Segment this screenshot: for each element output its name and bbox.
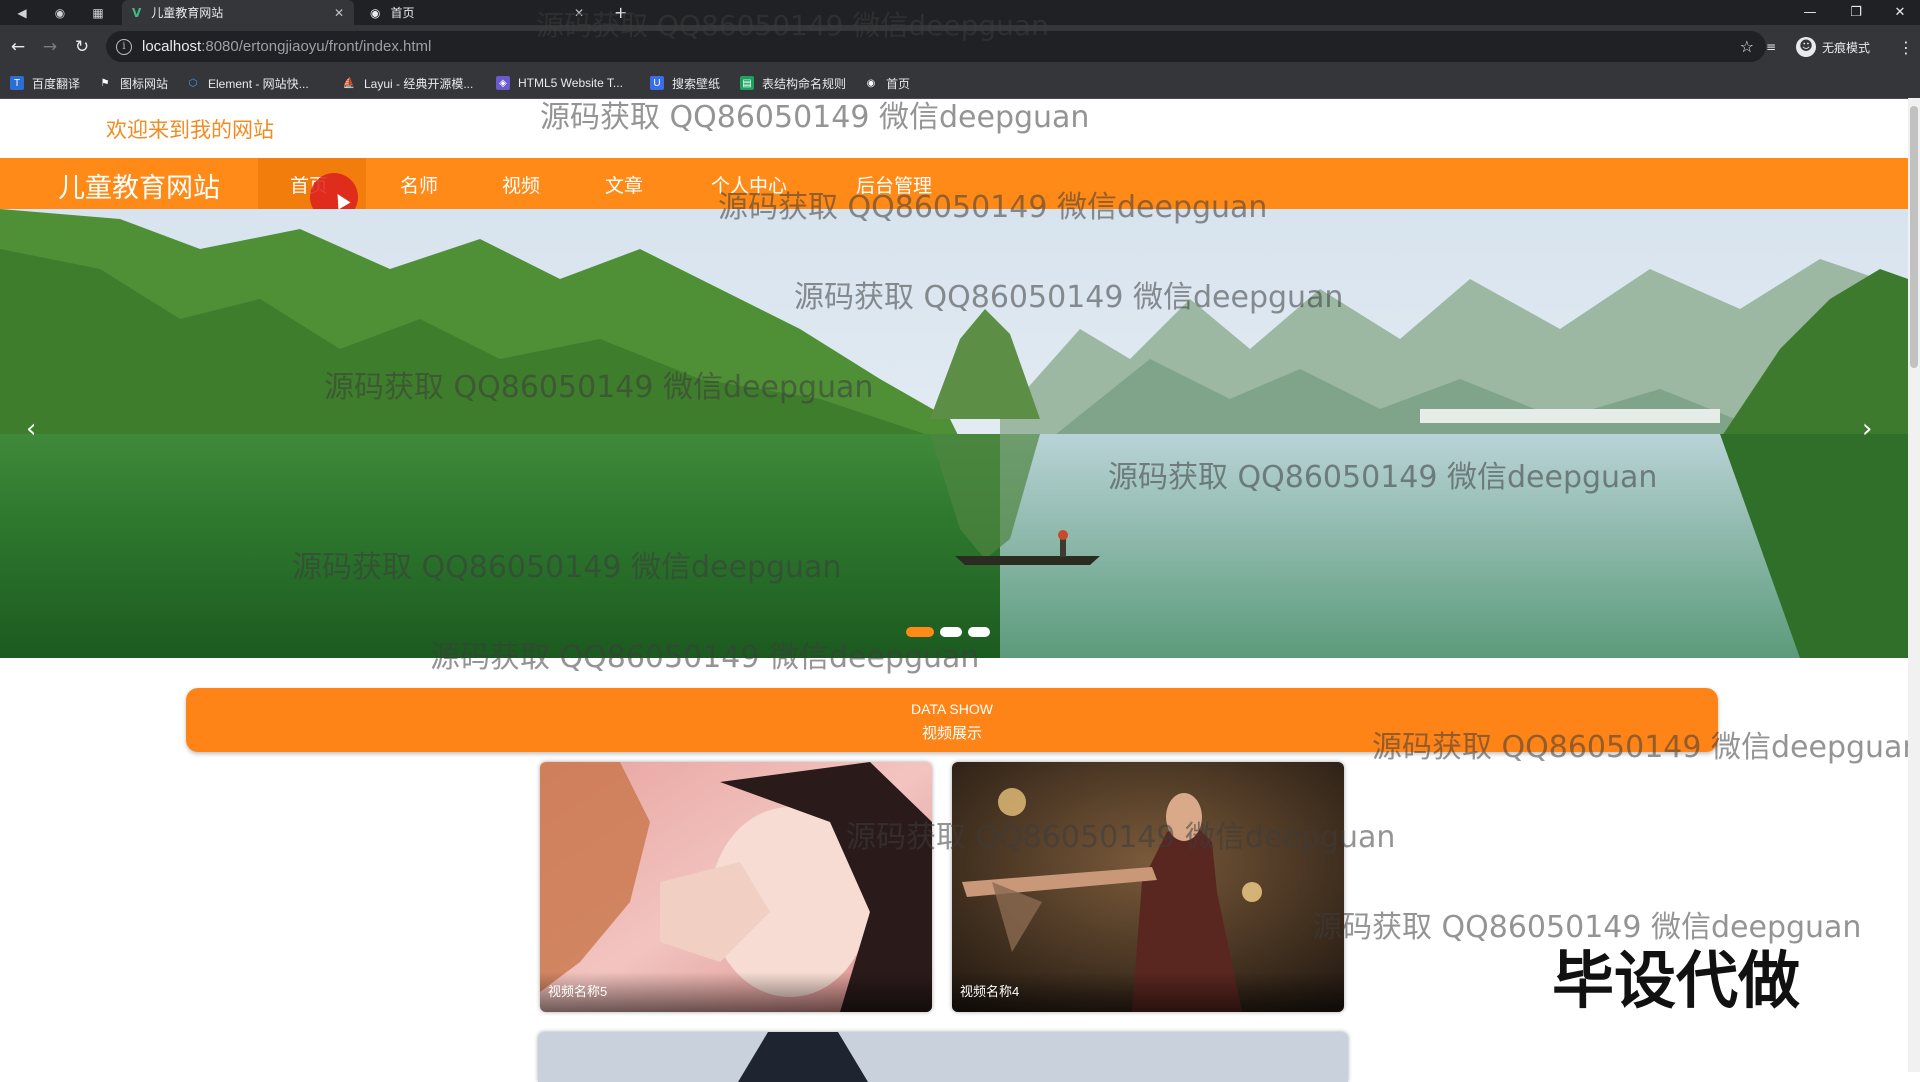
nav-item-articles[interactable]: 文章 [605, 171, 643, 198]
sheet-icon: ▤ [740, 76, 754, 90]
menu-icon[interactable]: ⋮ [1898, 35, 1914, 59]
bookmark-item[interactable]: ⚑ 图标网站 [98, 74, 169, 92]
back-icon[interactable]: ← [6, 35, 30, 59]
video-title: 视频名称5 [548, 984, 608, 999]
wallpaper-icon: U [650, 76, 664, 90]
bookmark-label: 搜索壁纸 [672, 76, 721, 91]
tab-title: 儿童教育网站 [151, 6, 224, 20]
video-card[interactable]: 视频名称4 [952, 762, 1344, 1012]
close-tab-icon[interactable]: ✕ [334, 6, 344, 20]
section-title-en: DATA SHOW [911, 701, 993, 717]
incognito-label: 无痕模式 [1822, 40, 1871, 55]
tab-title: 首页 [390, 6, 415, 20]
globe-icon: ◉ [866, 77, 876, 89]
bookmark-item[interactable]: ⬡ Element - 网站快... [186, 74, 309, 92]
bookmark-label: 百度翻译 [32, 76, 81, 91]
promo-stamp: 毕设代做 [1552, 944, 1801, 1017]
watermark: 源码获取 QQ86050149 微信deepguan [1108, 460, 1658, 495]
reading-list-icon[interactable]: ≡ [1766, 35, 1776, 59]
forward-icon[interactable]: → [38, 35, 62, 59]
vue-icon: V [132, 5, 142, 20]
carousel-prev-arrow[interactable]: ‹ [26, 414, 36, 444]
watermark: 源码获取 QQ86050149 微信deepguan [292, 550, 842, 585]
carousel-next-arrow[interactable]: › [1862, 414, 1872, 444]
scrollbar-thumb[interactable] [1910, 106, 1918, 368]
page-scrollbar[interactable] [1908, 98, 1920, 1072]
globe-tab-icon[interactable]: ◉ [50, 3, 70, 23]
element-icon: ⬡ [188, 77, 198, 89]
incognito-indicator[interactable]: ☻ 无痕模式 [1796, 35, 1870, 59]
video-card[interactable]: 视频名称5 [540, 762, 932, 1012]
watermark: 源码获取 QQ86050149 微信deepguan [718, 190, 1268, 225]
bookmark-item[interactable]: ⛵ Layui - 经典开源模... [342, 74, 474, 92]
bookmark-item[interactable]: T 百度翻译 [10, 74, 80, 92]
sheet-tab-icon[interactable]: ▦ [88, 3, 108, 23]
bookmark-label: 首页 [886, 76, 911, 91]
watermark: 源码获取 QQ86050149 微信deepguan [324, 370, 874, 405]
watermark: 源码获取 QQ86050149 微信deepguan [430, 640, 980, 675]
html5-icon: ◈ [496, 76, 510, 90]
watermark: 源码获取 QQ86050149 微信deepguan [540, 100, 1090, 135]
info-icon[interactable]: i [116, 38, 132, 55]
layui-icon: ⛵ [342, 77, 356, 89]
bookmark-label: Layui - 经典开源模... [364, 76, 474, 91]
watermark: 源码获取 QQ86050149 微信deepguan [536, 9, 1049, 42]
watermark: 源码获取 QQ86050149 微信deepguan [1372, 730, 1920, 765]
watermark: 源码获取 QQ86050149 微信deepguan [794, 280, 1344, 315]
video-thumbnail [538, 1032, 1348, 1082]
video-card[interactable] [538, 1032, 1348, 1082]
incognito-icon: ☻ [1796, 37, 1816, 57]
reload-icon[interactable]: ↻ [70, 35, 94, 59]
bookmark-label: 图标网站 [120, 76, 169, 91]
nav-item-videos[interactable]: 视频 [502, 171, 540, 198]
translate-icon: T [10, 76, 24, 90]
bookmark-item[interactable]: U 搜索壁纸 [650, 74, 720, 92]
bookmark-item[interactable]: ◈ HTML5 Website T... [496, 74, 623, 92]
nav-item-teachers[interactable]: 名师 [400, 171, 438, 198]
bookmark-item[interactable]: ◉ 首页 [864, 74, 910, 92]
welcome-text: 欢迎来到我的网站 [106, 118, 274, 142]
bookmark-label: Element - 网站快... [208, 76, 309, 91]
site-logo[interactable]: 儿童教育网站 [58, 166, 220, 205]
close-window-icon[interactable]: ✕ [1880, 0, 1920, 25]
url-text: localhost:8080/ertongjiaoyu/front/index.… [142, 38, 432, 55]
video-caption: 视频名称4 [952, 972, 1344, 1012]
bookmark-label: 表结构命名规则 [762, 76, 847, 91]
video-caption: 视频名称5 [540, 972, 932, 1012]
globe-icon: ◉ [370, 5, 381, 20]
speaker-icon[interactable]: ◀ [12, 3, 32, 23]
restore-icon[interactable]: ❐ [1836, 0, 1876, 25]
video-title: 视频名称4 [960, 984, 1020, 999]
minimize-icon[interactable]: — [1790, 0, 1830, 25]
bookmark-item[interactable]: ▤ 表结构命名规则 [740, 74, 846, 92]
tab-1[interactable]: V 儿童教育网站 ✕ [122, 0, 354, 25]
watermark: 源码获取 QQ86050149 微信deepguan [846, 820, 1396, 855]
flag-icon: ⚑ [100, 77, 110, 89]
bookmark-star-icon[interactable]: ☆ [1740, 37, 1754, 56]
bookmark-label: HTML5 Website T... [518, 76, 623, 90]
